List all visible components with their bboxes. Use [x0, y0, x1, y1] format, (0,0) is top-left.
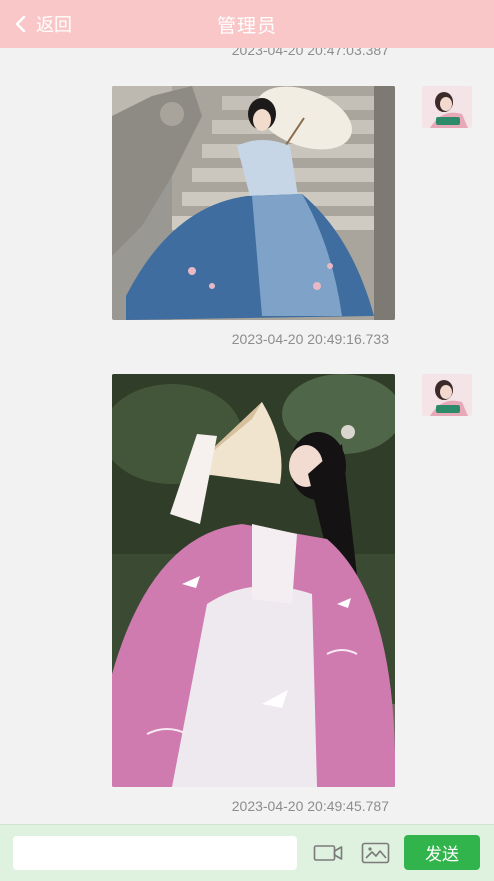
message-image[interactable] [112, 86, 395, 320]
image-picture-icon[interactable] [361, 842, 391, 869]
message-timestamp: 2023-04-20 20:47:03.387 [231, 48, 389, 58]
chevron-left-icon [15, 15, 26, 33]
avatar[interactable] [422, 86, 472, 128]
back-button[interactable]: 返回 [14, 0, 72, 48]
message-timestamp: 2023-04-20 20:49:16.733 [231, 331, 389, 347]
send-button[interactable]: 发送 [404, 835, 480, 870]
avatar[interactable] [422, 374, 472, 416]
message-image[interactable] [112, 374, 395, 787]
message-composer: 发送 [0, 824, 494, 881]
back-label: 返回 [36, 15, 72, 35]
video-camera-icon[interactable] [313, 842, 343, 869]
page-title: 管理员 [216, 15, 277, 37]
top-bar: 返回 管理员 [0, 0, 494, 48]
message-input[interactable] [13, 836, 297, 870]
message-timestamp: 2023-04-20 20:49:45.787 [231, 798, 389, 814]
chat-message-list[interactable]: 2023-04-20 20:47:03.387 2023-04-20 20:49… [0, 48, 494, 824]
